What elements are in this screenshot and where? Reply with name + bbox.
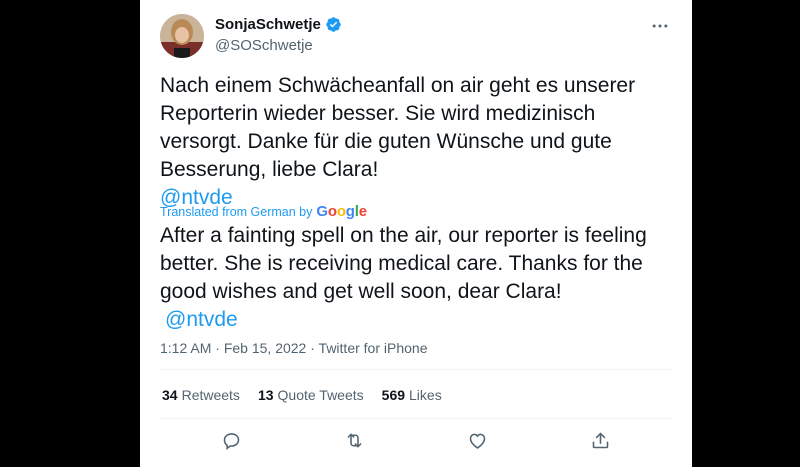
tweet-time[interactable]: 1:12 AM — [160, 340, 211, 356]
translation-content: After a fainting spell on the air, our r… — [160, 224, 647, 303]
more-options-icon[interactable] — [648, 14, 672, 38]
like-icon[interactable] — [466, 428, 490, 452]
tweet-meta: 1:12 AM · Feb 15, 2022 · Twitter for iPh… — [160, 340, 427, 356]
retweets-stat[interactable]: 34 Retweets — [162, 387, 240, 403]
tweet-source[interactable]: Twitter for iPhone — [319, 340, 428, 356]
translation-text: After a fainting spell on the air, our r… — [160, 222, 675, 334]
meta-separator: · — [310, 340, 315, 356]
share-icon[interactable] — [589, 428, 613, 452]
meta-separator: · — [215, 340, 220, 356]
retweets-label: Retweets — [181, 387, 240, 403]
translation-attribution[interactable]: Translated from German by Google — [160, 203, 367, 220]
retweets-count: 34 — [162, 387, 178, 403]
tweet-card: SonjaSchwetje @SOSchwetje Nach einem Sch… — [140, 0, 692, 467]
likes-label: Likes — [409, 387, 442, 403]
translation-mention-link[interactable]: @ntvde — [165, 308, 238, 331]
google-logo: Google — [316, 203, 367, 220]
divider — [160, 369, 672, 370]
display-name[interactable]: SonjaSchwetje — [215, 16, 321, 33]
tweet-date[interactable]: Feb 15, 2022 — [224, 340, 307, 356]
reply-icon[interactable] — [220, 428, 244, 452]
handle[interactable]: @SOSchwetje — [215, 37, 313, 54]
translated-label: Translated from German by — [160, 204, 313, 219]
likes-count: 569 — [381, 387, 406, 403]
divider — [160, 418, 672, 419]
tweet-stats: 34 Retweets 13 Quote Tweets 569 Likes — [162, 387, 460, 403]
quote-tweets-stat[interactable]: 13 Quote Tweets — [258, 387, 364, 403]
name-row: SonjaSchwetje — [215, 16, 342, 33]
retweet-icon[interactable] — [343, 428, 367, 452]
tweet-text-content: Nach einem Schwächeanfall on air geht es… — [160, 74, 636, 181]
tweet-actions — [140, 428, 692, 452]
quotes-label: Quote Tweets — [277, 387, 364, 403]
quotes-count: 13 — [257, 387, 274, 403]
verified-badge-icon — [325, 16, 342, 33]
tweet-text: Nach einem Schwächeanfall on air geht es… — [160, 72, 675, 212]
avatar[interactable] — [160, 14, 204, 58]
likes-stat[interactable]: 569 Likes — [382, 387, 442, 403]
